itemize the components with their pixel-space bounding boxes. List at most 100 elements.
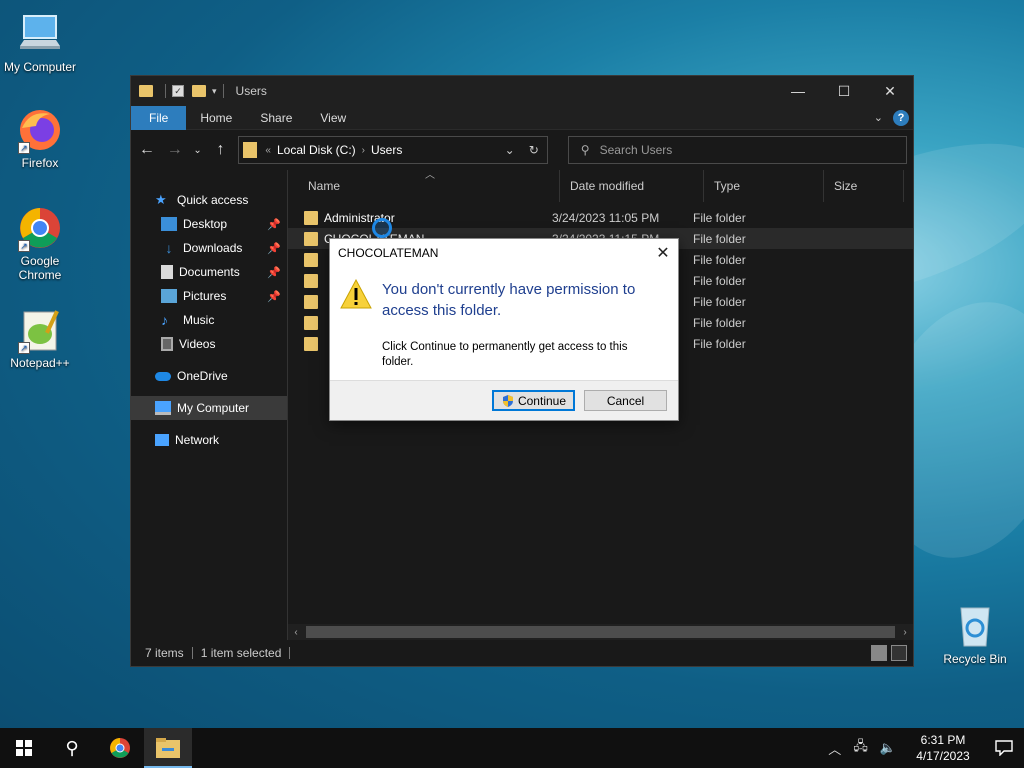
desktop-icon-firefox[interactable]: ↗ Firefox	[0, 106, 80, 170]
dialog-title-bar[interactable]: CHOCOLATEMAN ✕	[330, 239, 678, 267]
new-folder-icon[interactable]	[192, 85, 206, 97]
volume-icon[interactable]: 🔈	[880, 740, 896, 756]
scrollbar-thumb[interactable]	[306, 626, 895, 638]
chevron-left-icon[interactable]: «	[265, 145, 271, 156]
file-type: File folder	[693, 315, 746, 330]
nav-network[interactable]: Network	[131, 428, 287, 452]
start-button[interactable]	[0, 728, 48, 768]
folder-icon	[139, 85, 153, 97]
scroll-left-icon[interactable]: ‹	[288, 627, 304, 638]
column-size[interactable]: Size	[824, 170, 904, 202]
help-icon[interactable]: ?	[893, 109, 909, 126]
back-arrow-icon[interactable]: ←	[137, 141, 157, 159]
chevron-up-icon[interactable]: ︿	[828, 739, 841, 758]
nav-pictures[interactable]: Pictures 📌	[131, 284, 287, 308]
close-button[interactable]: ✕	[867, 76, 913, 106]
nav-label: Documents	[179, 265, 240, 279]
large-icons-view-icon[interactable]	[891, 645, 907, 661]
chevron-down-icon[interactable]: ⌄	[505, 143, 515, 157]
search-button[interactable]: ⚲	[48, 728, 96, 768]
desktop-icon-notepad-plus-plus[interactable]: ↗ Notepad++	[0, 306, 80, 370]
divider	[289, 647, 291, 659]
nav-label: OneDrive	[177, 369, 228, 383]
file-type: File folder	[693, 252, 746, 267]
desktop-icon-my-computer[interactable]: My Computer	[0, 10, 80, 74]
maximize-button[interactable]: ☐	[821, 76, 867, 106]
chevron-right-icon[interactable]: ›	[362, 145, 365, 156]
desktop-icon-google-chrome[interactable]: ↗ Google Chrome	[0, 204, 80, 282]
sort-ascending-icon: ︿	[425, 170, 435, 181]
recent-locations-icon[interactable]: ⌄	[193, 145, 203, 156]
navigation-pane: ★ Quick access Desktop 📌 ↓ Downloads 📌 D…	[131, 170, 288, 640]
tab-share[interactable]: Share	[246, 106, 306, 130]
nav-onedrive[interactable]: OneDrive	[131, 364, 287, 388]
file-type: File folder	[693, 210, 746, 225]
cancel-button[interactable]: Cancel	[584, 390, 667, 411]
firefox-icon: ↗	[16, 106, 64, 154]
column-name[interactable]: Name	[288, 170, 560, 202]
nav-label: Downloads	[183, 241, 243, 255]
nav-my-computer[interactable]: My Computer	[131, 396, 287, 420]
tab-home[interactable]: Home	[186, 106, 246, 130]
warning-icon	[340, 278, 372, 309]
desktop-icon-label: My Computer	[3, 60, 77, 74]
tab-file[interactable]: File	[131, 105, 187, 130]
folder-icon	[304, 210, 318, 225]
nav-quick-access[interactable]: ★ Quick access	[131, 188, 287, 212]
chrome-icon: ↗	[16, 204, 64, 252]
nav-desktop[interactable]: Desktop 📌	[131, 212, 287, 236]
column-headers: ︿ Name Date modified Type Size	[288, 170, 913, 202]
minimize-button[interactable]: —	[775, 76, 821, 106]
pin-icon[interactable]: 📌	[267, 242, 281, 255]
search-box[interactable]: ⚲ Search Users	[567, 136, 907, 164]
uac-shield-icon	[502, 394, 513, 407]
column-date-modified[interactable]: Date modified	[560, 170, 704, 202]
tab-view[interactable]: View	[306, 106, 360, 130]
clock[interactable]: 6:31 PM 4/17/2023	[908, 732, 978, 764]
horizontal-scrollbar[interactable]: ‹ ›	[288, 624, 913, 640]
up-arrow-icon[interactable]: ↑	[211, 141, 231, 159]
dialog-message: Click Continue to permanently get access…	[382, 341, 628, 368]
desktop-icon-recycle-bin[interactable]: Recycle Bin	[935, 602, 1015, 666]
computer-icon	[155, 401, 171, 415]
expand-ribbon-icon[interactable]: ⌄	[874, 111, 883, 124]
window-title: Users	[235, 84, 267, 98]
nav-downloads[interactable]: ↓ Downloads 📌	[131, 236, 287, 260]
notepad-plus-plus-icon: ↗	[16, 306, 64, 354]
folder-icon	[243, 142, 258, 158]
chrome-icon	[110, 738, 130, 758]
nav-videos[interactable]: Videos	[131, 332, 287, 356]
folder-icon	[304, 273, 318, 288]
taskbar-file-explorer[interactable]	[144, 728, 192, 768]
pin-icon[interactable]: 📌	[267, 266, 281, 279]
network-status-icon[interactable]: 🖧	[853, 737, 868, 759]
breadcrumb-users[interactable]: Users	[371, 143, 402, 157]
taskbar-chrome[interactable]	[96, 728, 144, 768]
item-count: 7 items	[145, 646, 184, 660]
notification-center-button[interactable]	[984, 728, 1024, 768]
details-view-icon[interactable]	[871, 645, 887, 661]
breadcrumb-local-disk[interactable]: Local Disk (C:)	[277, 143, 356, 157]
search-placeholder: Search Users	[599, 143, 673, 157]
computer-icon	[16, 10, 64, 58]
continue-button[interactable]: Continue	[492, 390, 575, 411]
column-type[interactable]: Type	[704, 170, 824, 202]
properties-icon[interactable]: ✓	[172, 85, 184, 97]
pin-icon[interactable]: 📌	[267, 290, 281, 303]
title-bar[interactable]: ✓ ▾ Users — ☐ ✕	[131, 76, 913, 106]
customize-toolbar-icon[interactable]: ▾	[212, 86, 217, 97]
refresh-icon[interactable]: ↻	[529, 143, 539, 157]
shortcut-arrow-icon: ↗	[18, 240, 30, 252]
dialog-close-icon[interactable]: ✕	[648, 243, 678, 263]
forward-arrow-icon[interactable]: →	[165, 141, 185, 159]
file-type: File folder	[693, 294, 746, 309]
dialog-footer: Continue Cancel	[330, 380, 678, 420]
pin-icon[interactable]: 📌	[267, 218, 281, 231]
folder-icon	[304, 231, 318, 246]
scroll-right-icon[interactable]: ›	[897, 627, 913, 638]
address-bar[interactable]: « Local Disk (C:) › Users ⌄ ↻	[238, 136, 548, 164]
nav-documents[interactable]: Documents 📌	[131, 260, 287, 284]
nav-music[interactable]: ♪ Music	[131, 308, 287, 332]
nav-label: Music	[183, 313, 215, 327]
download-icon: ↓	[165, 240, 173, 256]
